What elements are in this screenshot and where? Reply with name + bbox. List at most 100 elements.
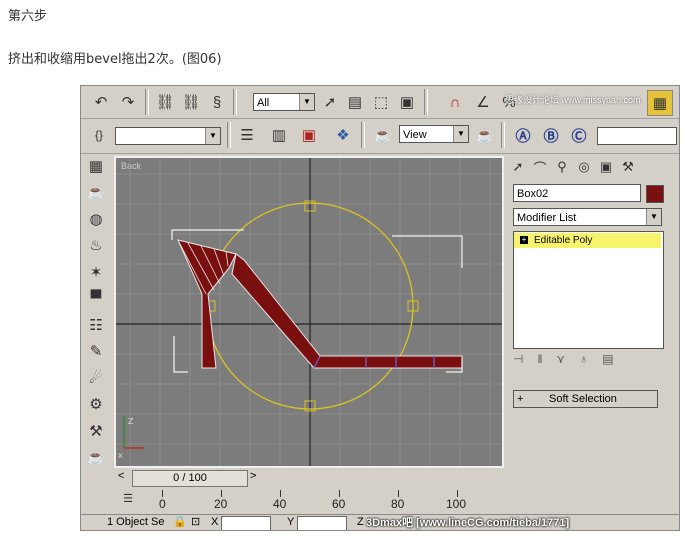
layers-icon[interactable]: ☰ xyxy=(235,123,259,147)
toolbar-separator xyxy=(501,122,505,148)
axis-tripod: Z x xyxy=(118,416,144,460)
viewport-grid xyxy=(116,158,502,466)
ruler-label: 20 xyxy=(214,497,228,511)
pencil-icon[interactable]: ✎ xyxy=(84,340,108,363)
rollout-label: Soft Selection xyxy=(549,393,617,405)
y-label: Y xyxy=(287,516,295,528)
chevron-down-icon: ▼ xyxy=(205,128,220,144)
selection-filter-dropdown[interactable]: All ▼ xyxy=(253,93,315,111)
toolbar-separator xyxy=(361,122,365,148)
create-tab-icon[interactable]: ➚ xyxy=(507,156,529,178)
filmstrip-icon[interactable]: ☰ xyxy=(118,488,138,508)
undo-icon[interactable]: ↶ xyxy=(89,90,113,114)
secondary-toolbar: {} ▼ ☰ ▥ ▣ ❖ ☕ View ▼ ☕ Ⓐ Ⓑ Ⓒ xyxy=(81,119,679,154)
track-bar[interactable]: ☰ 0 20 40 60 80 100 xyxy=(114,488,504,512)
command-input[interactable] xyxy=(597,127,677,145)
ruler-label: 80 xyxy=(391,497,405,511)
y-coordinate-field[interactable] xyxy=(297,516,347,530)
display-tab-icon[interactable]: ▣ xyxy=(595,156,617,178)
hammer-icon[interactable]: ⚒ xyxy=(84,419,108,442)
chevron-down-icon: ▼ xyxy=(299,94,314,110)
time-prev-button[interactable]: < xyxy=(118,470,124,482)
rollout-expand: + xyxy=(517,393,524,405)
svg-text:x: x xyxy=(118,451,123,460)
magnet-snap-icon[interactable]: ∩ xyxy=(443,90,467,114)
left-toolbar: ▦ ☕ ◍ ♨ ✶ ▀ ☷ ✎ ☄ ⚙ ⚒ ☕ xyxy=(81,154,111,512)
preset-c-icon[interactable]: Ⓒ xyxy=(567,123,591,147)
utilities-tab-icon[interactable]: ⚒ xyxy=(617,156,639,178)
x-label: X xyxy=(211,516,219,528)
angle-snap-icon[interactable]: ∠ xyxy=(471,90,495,114)
toolbar-separator xyxy=(145,89,149,115)
show-end-result-icon[interactable]: ‖ xyxy=(537,352,542,372)
render-icon[interactable]: ▦ xyxy=(647,90,673,116)
absolute-mode-icon[interactable]: ⊡ xyxy=(191,516,200,529)
object-color-swatch[interactable] xyxy=(646,185,664,203)
sole-model[interactable] xyxy=(231,253,463,369)
track-view-icon[interactable]: ▥ xyxy=(267,123,291,147)
chevron-down-icon: ▼ xyxy=(453,126,468,142)
modify-tab-icon[interactable]: ⌒ xyxy=(529,156,551,178)
cog-icon[interactable]: ⚙ xyxy=(84,393,108,416)
toolbar-separator xyxy=(233,89,237,115)
watermark: 3Dmax吧 [www.lineCG.com/tieba/1771] xyxy=(366,517,570,529)
ruler-label: 40 xyxy=(273,497,287,511)
select-cursor-icon[interactable]: ➚ xyxy=(318,90,342,114)
stack-buttons: ⊣ ‖ ⋎ ♁ ▤ xyxy=(513,352,662,372)
named-selection-icon[interactable]: {} xyxy=(87,123,111,147)
object-name-field[interactable]: Box02 xyxy=(513,184,641,202)
stack-item-label: Editable Poly xyxy=(534,235,593,246)
x-coordinate-field[interactable] xyxy=(221,516,271,530)
time-next-button[interactable]: > xyxy=(250,470,256,482)
preset-a-icon[interactable]: Ⓐ xyxy=(511,123,535,147)
named-selection-dropdown[interactable]: ▼ xyxy=(115,127,221,145)
toolbar-separator xyxy=(227,122,231,148)
modifier-list-dropdown[interactable]: Modifier List ▼ xyxy=(513,208,662,226)
expand-plus-icon[interactable]: + xyxy=(520,236,528,244)
stack-item-editable-poly[interactable]: + Editable Poly xyxy=(514,233,661,248)
step-description: 挤出和收缩用bevel拖出2次。(图06) xyxy=(8,52,222,67)
modifier-stack: + Editable Poly xyxy=(513,231,664,349)
schematic-icon[interactable]: ▣ xyxy=(297,123,321,147)
bind-spacewarp-icon[interactable]: § xyxy=(205,90,229,114)
ruler-label: 60 xyxy=(332,497,346,511)
select-by-name-icon[interactable]: ▤ xyxy=(343,90,367,114)
unlink-icon[interactable]: ⛓ xyxy=(179,90,203,114)
modifier-list-label: Modifier List xyxy=(517,212,577,224)
command-panel: ➚ ⌒ ⚲ ◎ ▣ ⚒ Box02 Modifier List ▼ + Edit… xyxy=(507,156,675,512)
link-icon[interactable]: ⛓ xyxy=(153,90,177,114)
ref-coord-dropdown[interactable]: View ▼ xyxy=(399,125,469,143)
material-editor-icon[interactable]: ❖ xyxy=(331,123,355,147)
viewport-back[interactable]: Back Z x xyxy=(114,156,504,468)
teapot-icon[interactable]: ☕ xyxy=(473,123,497,147)
motion-tab-icon[interactable]: ◎ xyxy=(573,156,595,178)
toolbar-separator xyxy=(424,89,428,115)
configure-sets-icon[interactable]: ▤ xyxy=(602,352,613,372)
lights-icon[interactable]: ♨ xyxy=(84,234,108,257)
max-window: ↶ ↷ ⛓ ⛓ § All ▼ ➚ ▤ ⬚ ▣ ∩ ∠ % ▦ 思缘设计论坛 w… xyxy=(80,85,680,531)
stack-icon[interactable]: ☷ xyxy=(84,313,108,336)
hierarchy-tab-icon[interactable]: ⚲ xyxy=(551,156,573,178)
rect-selection-icon[interactable]: ⬚ xyxy=(369,90,393,114)
time-slider-bar: < 0 / 100 > xyxy=(114,470,504,487)
teapot-icon[interactable]: ☕ xyxy=(371,123,395,147)
helper-star-icon[interactable]: ✶ xyxy=(84,260,108,283)
teapot-icon[interactable]: ☕ xyxy=(84,446,108,469)
watermark-top: 思缘设计论坛 www.missyuan.com xyxy=(505,95,641,105)
sphere-icon[interactable]: ◍ xyxy=(84,207,108,230)
time-slider[interactable]: 0 / 100 xyxy=(132,470,248,487)
make-unique-icon[interactable]: ⋎ xyxy=(556,352,565,372)
particle-icon[interactable]: ☄ xyxy=(84,366,108,389)
chevron-down-icon: ▼ xyxy=(646,209,661,225)
preset-b-icon[interactable]: Ⓑ xyxy=(539,123,563,147)
window-icon[interactable]: ▀ xyxy=(84,287,108,310)
teapot-icon[interactable]: ☕ xyxy=(84,181,108,204)
remove-modifier-icon[interactable]: ♁ xyxy=(579,352,588,372)
box-primitive-icon[interactable]: ▦ xyxy=(84,154,108,177)
soft-selection-rollout[interactable]: + Soft Selection xyxy=(513,390,658,408)
redo-icon[interactable]: ↷ xyxy=(116,90,140,114)
pin-stack-icon[interactable]: ⊣ xyxy=(513,352,523,372)
lock-icon[interactable]: 🔒 xyxy=(173,516,187,529)
window-crossing-icon[interactable]: ▣ xyxy=(395,90,419,114)
ref-coord-value: View xyxy=(403,129,427,141)
